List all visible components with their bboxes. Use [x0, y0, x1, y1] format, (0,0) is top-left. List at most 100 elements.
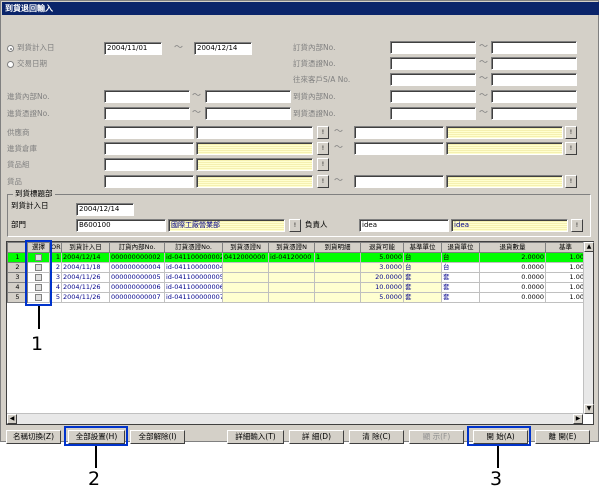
cell-date[interactable]: 2004/11/18: [61, 262, 110, 273]
cell-order-voucher-no[interactable]: id-041100000007: [164, 292, 223, 303]
cell-order-internal-no[interactable]: 000000000007: [109, 292, 165, 303]
table-row[interactable]: 3 3 2004/11/26 000000000005 id-041100000005 2…: [7, 272, 586, 283]
cell-base[interactable]: 1.00: [545, 272, 586, 283]
supplier-to-search-button[interactable]: !: [565, 126, 577, 139]
cell-date[interactable]: 2004/11/26: [61, 292, 110, 303]
cell-order-voucher-no[interactable]: id-041100000002: [164, 252, 223, 263]
cell-date[interactable]: 2004/11/26: [61, 272, 110, 283]
cell-order-voucher-no[interactable]: id-041100000005: [164, 272, 223, 283]
cell-order-internal-no[interactable]: 000000000005: [109, 272, 165, 283]
table-row[interactable]: 4 4 2004/11/26 000000000006 id-041100000006 1…: [7, 282, 586, 293]
radio-arrival-date[interactable]: [7, 45, 14, 52]
col-header[interactable]: 基準: [545, 242, 586, 253]
warehouse-code-to[interactable]: [354, 142, 444, 155]
cell-arrival-detail[interactable]: 1: [314, 252, 361, 263]
order-voucher-no-to[interactable]: [491, 57, 577, 70]
col-header[interactable]: 到貨計入日: [61, 242, 110, 253]
col-header[interactable]: 退貨數量: [479, 242, 546, 253]
cell-date[interactable]: 2004/11/26: [61, 282, 110, 293]
date-from-input[interactable]: 2004/11/01: [104, 42, 162, 55]
name-switch-button[interactable]: 名稱切換(Z): [6, 430, 61, 444]
table-row[interactable]: 2 2 2004/11/18 000000000004 id-041100000004 3…: [7, 262, 586, 273]
cell-returnable[interactable]: 20.0000: [360, 272, 404, 283]
col-header[interactable]: 基準單位: [403, 242, 442, 253]
cell-returnable[interactable]: 5.0000: [360, 252, 404, 263]
item-code-to[interactable]: [354, 175, 444, 188]
col-header[interactable]: 退貨單位: [441, 242, 480, 253]
cell-base[interactable]: 1.00: [545, 282, 586, 293]
supplier-code-to[interactable]: [354, 126, 444, 139]
manager-search-button[interactable]: !: [571, 219, 583, 232]
scroll-left-icon[interactable]: ◀: [7, 414, 17, 424]
col-header[interactable]: 訂貨內部No.: [109, 242, 165, 253]
cell-order-voucher-no[interactable]: id-041100000004: [164, 262, 223, 273]
scroll-right-icon[interactable]: ▶: [573, 414, 583, 424]
date-to-input[interactable]: 2004/12/14: [194, 42, 252, 55]
warehouse-to-search-button[interactable]: !: [565, 142, 577, 155]
col-header[interactable]: 到貨明細: [314, 242, 361, 253]
detail-input-button[interactable]: 詳細輸入(T): [227, 430, 284, 444]
cell-base[interactable]: 1.00: [545, 252, 586, 263]
item-group-code-input[interactable]: [104, 158, 194, 171]
customer-sa-no-to[interactable]: [491, 73, 577, 86]
cell-return-unit[interactable]: 套: [441, 272, 480, 283]
item-search-button[interactable]: !: [317, 175, 329, 188]
manager-code-input[interactable]: idea: [359, 219, 449, 232]
arrival-voucher-no-to[interactable]: [491, 107, 577, 120]
cell-arrival-voucher-2[interactable]: [268, 262, 315, 273]
radio-trade-date[interactable]: [7, 61, 14, 68]
arrival-internal-no-from[interactable]: [390, 90, 476, 103]
cell-arrival-voucher-2[interactable]: id-04120000: [268, 252, 315, 263]
cell-arrival-detail[interactable]: [314, 272, 361, 283]
detail-button[interactable]: 詳 細(D): [289, 430, 344, 444]
cell-arrival-voucher-2[interactable]: [268, 292, 315, 303]
scroll-up-icon[interactable]: ▲: [584, 242, 594, 252]
arrival-grid[interactable]: 選擇 OR 到貨計入日 訂貨內部No. 訂貨憑證No. 到貨憑證N 到貨憑證N …: [6, 241, 594, 425]
dept-code-input[interactable]: B600100: [76, 219, 166, 232]
cell-base-unit[interactable]: 台: [403, 252, 442, 263]
cell-order-internal-no[interactable]: 000000000006: [109, 282, 165, 293]
supplier-search-button[interactable]: !: [317, 126, 329, 139]
purchase-voucher-no-from[interactable]: [104, 107, 190, 120]
arrival-date-input[interactable]: 2004/12/14: [76, 203, 134, 216]
cell-return-qty[interactable]: 0.0000: [479, 292, 546, 303]
cell-arrival-voucher-2[interactable]: [268, 272, 315, 283]
table-row[interactable]: 1 1 2004/12/14 000000000002 id-041100000002 0…: [7, 252, 586, 263]
cell-return-qty[interactable]: 0.0000: [479, 272, 546, 283]
purchase-internal-no-from[interactable]: [104, 90, 190, 103]
exit-button[interactable]: 離 開(E): [535, 430, 590, 444]
deselect-all-button[interactable]: 全部解除(I): [130, 430, 185, 444]
clear-button[interactable]: 清 除(C): [349, 430, 404, 444]
arrival-voucher-no-from[interactable]: [390, 107, 476, 120]
cell-base-unit[interactable]: 套: [403, 282, 442, 293]
warehouse-search-button[interactable]: !: [317, 142, 329, 155]
cell-base-unit[interactable]: 套: [403, 292, 442, 303]
cell-returnable[interactable]: 3.0000: [360, 262, 404, 273]
cell-order-internal-no[interactable]: 000000000002: [109, 252, 165, 263]
order-voucher-no-from[interactable]: [390, 57, 476, 70]
cell-date[interactable]: 2004/12/14: [61, 252, 110, 263]
order-internal-no-to[interactable]: [491, 41, 577, 54]
table-row[interactable]: 5 5 2004/11/26 000000000007 id-041100000007 5…: [7, 292, 586, 303]
col-header[interactable]: 訂貨憑證No.: [164, 242, 223, 253]
item-group-search-button[interactable]: !: [317, 158, 329, 171]
cell-arrival-voucher-2[interactable]: [268, 282, 315, 293]
cell-arrival-voucher-1[interactable]: [222, 282, 269, 293]
cell-return-unit[interactable]: 套: [441, 282, 480, 293]
dept-search-button[interactable]: !: [289, 219, 301, 232]
col-header[interactable]: 到貨憑證N: [268, 242, 315, 253]
purchase-internal-no-to[interactable]: [205, 90, 291, 103]
cell-arrival-voucher-1[interactable]: [222, 272, 269, 283]
item-code-input[interactable]: [104, 175, 194, 188]
col-header[interactable]: 退貨可能: [360, 242, 404, 253]
grid-horizontal-scrollbar[interactable]: ◀ ▶: [7, 413, 583, 424]
cell-base[interactable]: 1.00: [545, 292, 586, 303]
cell-return-qty[interactable]: 0.0000: [479, 282, 546, 293]
cell-return-unit[interactable]: 台: [441, 262, 480, 273]
arrival-internal-no-to[interactable]: [491, 90, 577, 103]
cell-base-unit[interactable]: 台: [403, 262, 442, 273]
col-header[interactable]: 到貨憑證N: [222, 242, 269, 253]
cell-return-qty[interactable]: 2.0000: [479, 252, 546, 263]
cell-returnable[interactable]: 10.0000: [360, 282, 404, 293]
scroll-down-icon[interactable]: ▼: [584, 404, 594, 414]
